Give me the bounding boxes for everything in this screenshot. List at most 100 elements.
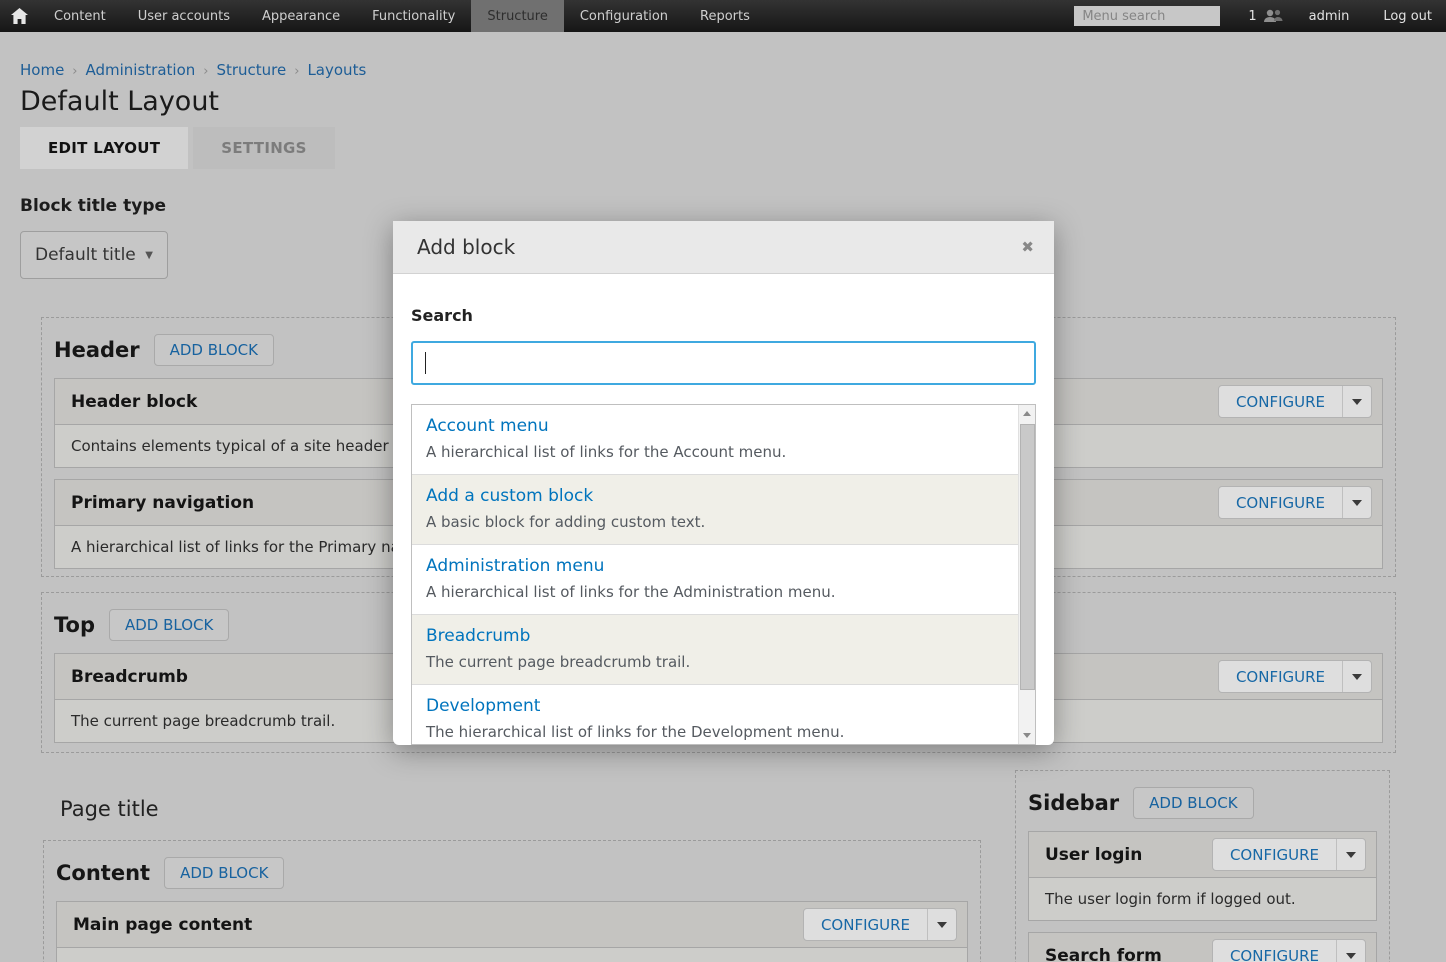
configure-dropdown-toggle[interactable] [1342, 661, 1371, 692]
modal-search-label: Search [411, 306, 1036, 325]
toolbar-item-content[interactable]: Content [38, 0, 122, 32]
toolbar-item-structure[interactable]: Structure [471, 0, 563, 32]
scrollbar[interactable] [1018, 405, 1035, 744]
list-item-development[interactable]: Development The hierarchical list of lin… [412, 685, 1018, 745]
configure-dropdown-toggle[interactable] [1336, 940, 1365, 962]
configure-button[interactable]: CONFIGURE [804, 909, 927, 940]
configure-dropdown-toggle[interactable] [1336, 839, 1365, 870]
block-title-type-label: Block title type [20, 196, 166, 216]
block-row-main-page-content: Main page content CONFIGURE [56, 901, 968, 962]
modal-titlebar[interactable]: Add block ✖ [393, 221, 1054, 274]
chevron-down-icon [1352, 674, 1362, 680]
configure-dropdown-toggle[interactable] [1342, 386, 1371, 417]
admin-toolbar: Content User accounts Appearance Functio… [0, 0, 1446, 32]
toolbar-item-appearance[interactable]: Appearance [246, 0, 356, 32]
block-search-input[interactable] [411, 341, 1036, 385]
primary-tabs: EDIT LAYOUT SETTINGS [20, 127, 335, 169]
configure-button[interactable]: CONFIGURE [1213, 839, 1336, 870]
breadcrumb-separator: › [203, 64, 208, 79]
region-header-title: Header [54, 338, 140, 362]
chevron-down-icon: ▼ [145, 250, 153, 261]
add-block-button-content[interactable]: ADD BLOCK [164, 857, 284, 889]
block-link[interactable]: Account menu [426, 416, 1014, 436]
chevron-down-icon [1352, 500, 1362, 506]
breadcrumb-layouts[interactable]: Layouts [307, 61, 366, 79]
modal-title: Add block [417, 235, 515, 259]
block-title: Search form [1045, 946, 1162, 962]
breadcrumb-administration[interactable]: Administration [86, 61, 196, 79]
block-row-user-login: User login CONFIGURE The user login form… [1028, 831, 1377, 921]
user-count: 1 [1248, 9, 1256, 24]
block-title: User login [1045, 845, 1142, 865]
block-list: Account menu A hierarchical list of link… [411, 404, 1036, 745]
tab-settings[interactable]: SETTINGS [193, 127, 335, 169]
home-icon[interactable] [0, 0, 38, 32]
block-link-description: A hierarchical list of links for the Adm… [426, 583, 1014, 601]
list-item-account-menu[interactable]: Account menu A hierarchical list of link… [412, 405, 1018, 475]
chevron-down-icon [1346, 953, 1356, 959]
block-link[interactable]: Breadcrumb [426, 626, 1014, 646]
configure-dropdown-toggle[interactable] [1342, 487, 1371, 518]
region-top-title: Top [54, 613, 95, 637]
add-block-button-sidebar[interactable]: ADD BLOCK [1133, 787, 1253, 819]
scroll-up-icon[interactable] [1019, 405, 1035, 422]
breadcrumb-structure[interactable]: Structure [216, 61, 286, 79]
block-row-search-form: Search form CONFIGURE [1028, 932, 1377, 962]
breadcrumb: Home › Administration › Structure › Layouts [20, 61, 366, 79]
list-item-breadcrumb[interactable]: Breadcrumb The current page breadcrumb t… [412, 615, 1018, 685]
users-icon [1263, 9, 1283, 23]
configure-split-button[interactable]: CONFIGURE [803, 908, 957, 941]
configure-split-button[interactable]: CONFIGURE [1212, 838, 1366, 871]
block-link[interactable]: Add a custom block [426, 486, 1014, 506]
chevron-down-icon [1346, 852, 1356, 858]
configure-button[interactable]: CONFIGURE [1219, 661, 1342, 692]
block-link-description: The hierarchical list of links for the D… [426, 723, 1014, 741]
toolbar-item-user-accounts[interactable]: User accounts [122, 0, 246, 32]
add-block-modal: Add block ✖ Search Account menu A hierar… [393, 221, 1054, 745]
block-title: Primary navigation [71, 493, 254, 513]
block-link-description: The current page breadcrumb trail. [426, 653, 1014, 671]
region-content: Content ADD BLOCK Main page content CONF… [43, 840, 981, 962]
block-title: Header block [71, 392, 197, 412]
configure-split-button[interactable]: CONFIGURE [1218, 486, 1372, 519]
scrollbar-thumb[interactable] [1020, 424, 1035, 690]
block-title-type-value: Default title [35, 245, 136, 265]
toolbar-item-configuration[interactable]: Configuration [564, 0, 684, 32]
block-link[interactable]: Development [426, 696, 1014, 716]
add-block-button-top[interactable]: ADD BLOCK [109, 609, 229, 641]
toolbar-item-functionality[interactable]: Functionality [356, 0, 471, 32]
region-page-title-label: Page title [60, 797, 159, 821]
configure-button[interactable]: CONFIGURE [1219, 487, 1342, 518]
configure-button[interactable]: CONFIGURE [1219, 386, 1342, 417]
block-title: Main page content [73, 915, 252, 935]
block-title-type-select[interactable]: Default title ▼ [20, 231, 168, 279]
close-icon[interactable]: ✖ [1021, 238, 1034, 256]
page-title: Default Layout [20, 86, 219, 117]
chevron-down-icon [937, 922, 947, 928]
region-sidebar: Sidebar ADD BLOCK User login CONFIGURE T… [1015, 770, 1390, 962]
toolbar-username[interactable]: admin [1309, 9, 1350, 24]
configure-button[interactable]: CONFIGURE [1213, 940, 1336, 962]
menu-search-input[interactable] [1074, 6, 1220, 26]
breadcrumb-separator: › [72, 64, 77, 79]
logout-link[interactable]: Log out [1383, 9, 1432, 24]
configure-split-button[interactable]: CONFIGURE [1218, 385, 1372, 418]
region-content-title: Content [56, 861, 150, 885]
toolbar-item-reports[interactable]: Reports [684, 0, 766, 32]
configure-split-button[interactable]: CONFIGURE [1212, 939, 1366, 962]
list-item-administration-menu[interactable]: Administration menu A hierarchical list … [412, 545, 1018, 615]
scroll-down-icon[interactable] [1019, 727, 1035, 744]
breadcrumb-home[interactable]: Home [20, 61, 64, 79]
block-link-description: A hierarchical list of links for the Acc… [426, 443, 1014, 461]
chevron-down-icon [1352, 399, 1362, 405]
block-description: The user login form if logged out. [1029, 878, 1376, 920]
add-block-button-header[interactable]: ADD BLOCK [154, 334, 274, 366]
tab-edit-layout[interactable]: EDIT LAYOUT [20, 127, 188, 169]
configure-dropdown-toggle[interactable] [927, 909, 956, 940]
text-cursor [425, 352, 426, 374]
block-link[interactable]: Administration menu [426, 556, 1014, 576]
breadcrumb-separator: › [294, 64, 299, 79]
block-description [57, 948, 967, 962]
list-item-add-custom-block[interactable]: Add a custom block A basic block for add… [412, 475, 1018, 545]
configure-split-button[interactable]: CONFIGURE [1218, 660, 1372, 693]
